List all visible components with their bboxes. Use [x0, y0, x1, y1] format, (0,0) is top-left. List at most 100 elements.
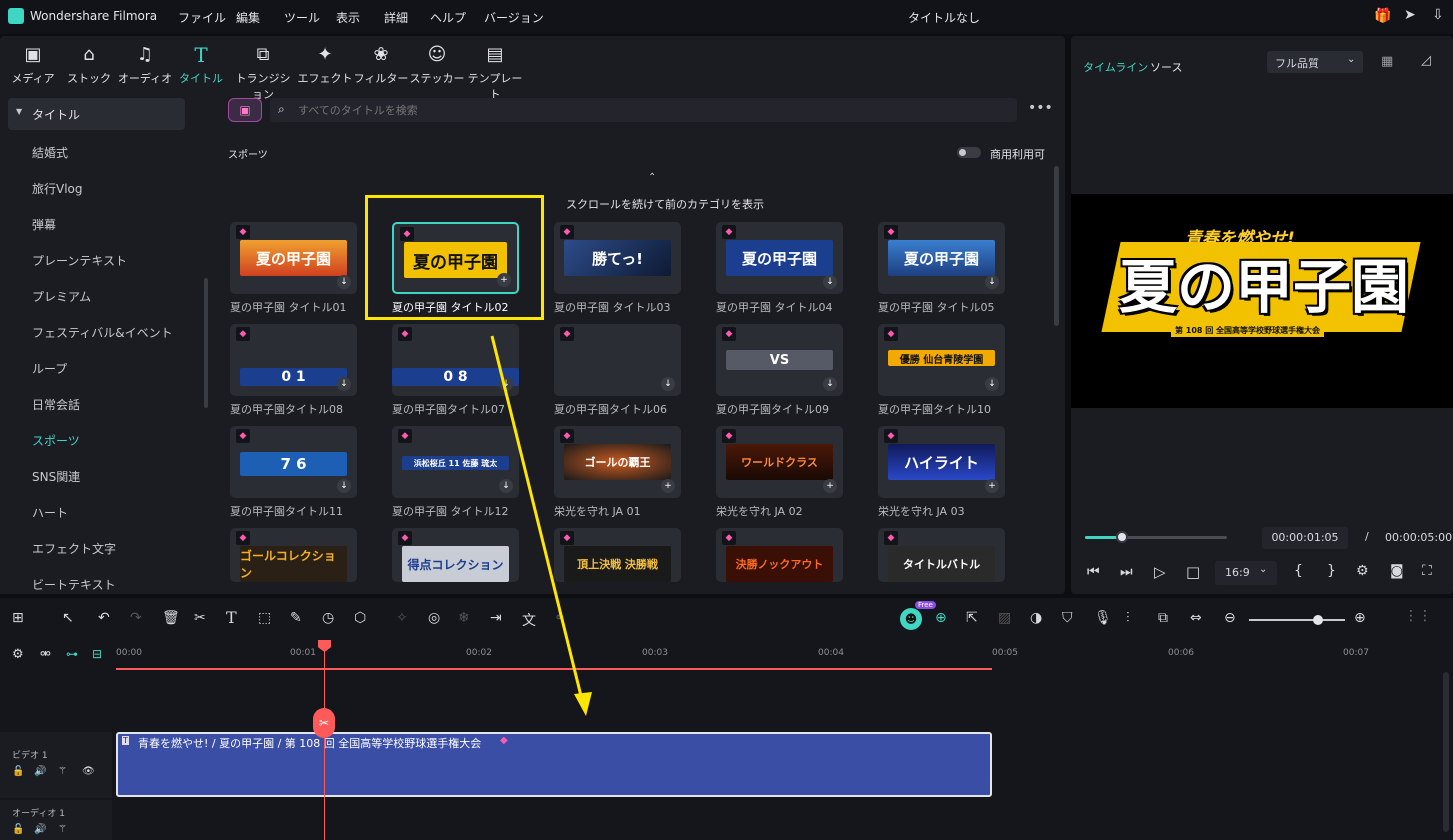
scissors-icon[interactable]: ✂: [194, 610, 206, 626]
playback-progress[interactable]: [1085, 531, 1227, 543]
sidebar-item-beat[interactable]: ビートテキスト: [32, 576, 116, 593]
more-options-icon[interactable]: •••: [1028, 100, 1053, 116]
sidebar-item-sns[interactable]: SNS関連: [32, 468, 80, 485]
tool-audio[interactable]: ♫ オーディオ: [114, 44, 176, 86]
sidebar-item-travel[interactable]: 旅行Vlog: [32, 180, 83, 197]
sidebar-item-effect-text[interactable]: エフェクト文字: [32, 540, 116, 557]
menu-view[interactable]: 表示: [336, 9, 360, 26]
commercial-toggle[interactable]: [957, 147, 981, 158]
quality-select[interactable]: フル品質 ⌄: [1267, 51, 1363, 73]
title-card[interactable]: 夏の甲子園 ◆ ↓: [716, 222, 843, 294]
ai-sparkle-icon[interactable]: ✧: [396, 610, 408, 626]
zoom-slider[interactable]: [1249, 615, 1345, 625]
fit-width-icon[interactable]: ⇔: [1190, 610, 1202, 626]
snapshot-camera-icon[interactable]: ◙: [1390, 563, 1404, 579]
download-icon[interactable]: ↓: [337, 377, 351, 391]
title-card[interactable]: 決勝ノックアウト ◆: [716, 528, 843, 582]
speed-timer-icon[interactable]: ◷: [322, 610, 334, 626]
title-card[interactable]: 夏の甲子園 ◆ ↓: [878, 222, 1005, 294]
auto-subtitle-icon[interactable]: ⊕: [935, 610, 947, 626]
sidebar-item-premium[interactable]: プレミアム: [32, 288, 91, 305]
settings-gear-icon[interactable]: ⚙: [1356, 563, 1369, 579]
menu-file[interactable]: ファイル: [178, 9, 226, 26]
menu-edit[interactable]: 編集: [236, 9, 260, 26]
sidebar-item-sports[interactable]: スポーツ: [32, 432, 80, 449]
lock-icon[interactable]: 🔓: [12, 824, 24, 835]
timeline-scrollbar[interactable]: [1443, 672, 1449, 832]
waveform-icon[interactable]: ◿: [1421, 53, 1431, 68]
title-type-button[interactable]: ▣: [228, 98, 262, 122]
send-icon[interactable]: ➤: [1404, 7, 1416, 23]
title-card[interactable]: ワールドクラス ◆ +: [716, 426, 843, 498]
sidebar-scrollbar[interactable]: [204, 278, 208, 408]
menu-tools[interactable]: ツール: [284, 9, 320, 26]
mark-out-icon[interactable]: }: [1327, 563, 1336, 579]
pen-icon[interactable]: ✎: [290, 610, 302, 626]
shield-icon[interactable]: ⛉: [1062, 610, 1073, 626]
add-icon[interactable]: +: [985, 479, 999, 493]
chevron-up-icon[interactable]: ⌃: [648, 172, 656, 183]
select-arrow-icon[interactable]: ↖: [62, 610, 74, 626]
freeze-icon[interactable]: ❄: [458, 610, 470, 626]
tool-stock[interactable]: ⌂ ストック: [58, 44, 120, 86]
title-card[interactable]: 7 6 ◆ ↓: [230, 426, 357, 498]
aspect-ratio-select[interactable]: 16:9 ⌄: [1215, 561, 1277, 585]
tool-sticker[interactable]: ☺ ステッカー: [406, 44, 468, 86]
next-frame-icon[interactable]: ⏭: [1120, 564, 1133, 580]
download-icon[interactable]: ↓: [337, 275, 351, 289]
sidebar-item-festival[interactable]: フェスティバル&イベント: [32, 324, 173, 341]
title-card[interactable]: 優勝 仙台青陵学園 ◆ ↓: [878, 324, 1005, 396]
menu-advanced[interactable]: 詳細: [384, 9, 408, 26]
speaker-icon[interactable]: 🔊: [34, 766, 46, 777]
lock-icon[interactable]: 🔓: [12, 766, 24, 777]
delete-trash-icon[interactable]: 🗑: [162, 610, 180, 626]
tool-template[interactable]: ▤ テンプレート: [464, 44, 526, 102]
image-icon[interactable]: ▨: [998, 610, 1011, 626]
title-card[interactable]: 0 1 ◆ ↓: [230, 324, 357, 396]
title-card[interactable]: タイトルバトル ◆: [878, 528, 1005, 582]
title-card[interactable]: 勝てっ! ◆: [554, 222, 681, 294]
title-card[interactable]: VS ◆ ↓: [716, 324, 843, 396]
prev-frame-icon[interactable]: ⏮: [1087, 564, 1100, 580]
sidebar-item-plain[interactable]: プレーンテキスト: [32, 252, 127, 269]
stop-icon[interactable]: □: [1186, 563, 1200, 581]
tab-source[interactable]: ソース: [1150, 59, 1182, 75]
microphone-icon[interactable]: 🎙: [1094, 610, 1112, 626]
wand-icon[interactable]: ⚚: [58, 824, 67, 835]
gift-icon[interactable]: 🎁: [1374, 8, 1391, 24]
redo-icon[interactable]: ↷: [130, 610, 142, 626]
text-t-icon[interactable]: T: [226, 608, 237, 627]
grid-view-icon[interactable]: ▦: [1381, 54, 1393, 69]
ai-tool-icon[interactable]: ◎: [428, 610, 440, 626]
layout-grid-icon[interactable]: ⊞: [12, 610, 24, 626]
play-icon[interactable]: ▷: [1154, 563, 1166, 581]
eye-icon[interactable]: 👁: [82, 766, 95, 777]
zoom-knob[interactable]: [1313, 615, 1323, 625]
share-icon[interactable]: ⇱: [966, 610, 978, 626]
grid-scrollbar[interactable]: [1054, 166, 1059, 326]
tool-media[interactable]: ▣ メディア: [2, 44, 64, 86]
tool-transition[interactable]: ⧉ トランジション: [232, 44, 294, 102]
mark-in-icon[interactable]: {: [1294, 563, 1303, 579]
download-icon[interactable]: ↓: [823, 275, 837, 289]
sidebar-header[interactable]: ▼ タイトル: [8, 98, 185, 130]
sidebar-item-heart[interactable]: ハート: [32, 504, 68, 521]
track-settings-gear-icon[interactable]: ⚙: [12, 647, 24, 662]
crop-icon[interactable]: ⬚: [258, 610, 271, 626]
title-card[interactable]: ゴールコレクション ◆: [230, 528, 357, 582]
audio-mixer-icon[interactable]: ⫶: [1126, 610, 1130, 626]
sidebar-item-danmaku[interactable]: 弾幕: [32, 216, 56, 233]
download-icon[interactable]: ↓: [985, 275, 999, 289]
speaker-icon[interactable]: 🔊: [34, 824, 46, 835]
zoom-in-icon[interactable]: ⊕: [1354, 610, 1366, 626]
undo-icon[interactable]: ↶: [98, 610, 110, 626]
motion-track-icon[interactable]: ◑: [1030, 610, 1042, 626]
playhead-line[interactable]: [324, 648, 325, 840]
wand-icon[interactable]: ⚚: [58, 766, 67, 777]
split-scissors-icon[interactable]: ✂: [313, 708, 335, 738]
tool-filter[interactable]: ❀ フィルター: [350, 44, 412, 86]
unlink-icon[interactable]: ⚮: [40, 647, 51, 662]
download-icon[interactable]: ↓: [337, 479, 351, 493]
download-icon[interactable]: ↓: [985, 377, 999, 391]
sidebar-item-daily[interactable]: 日常会話: [32, 396, 80, 413]
